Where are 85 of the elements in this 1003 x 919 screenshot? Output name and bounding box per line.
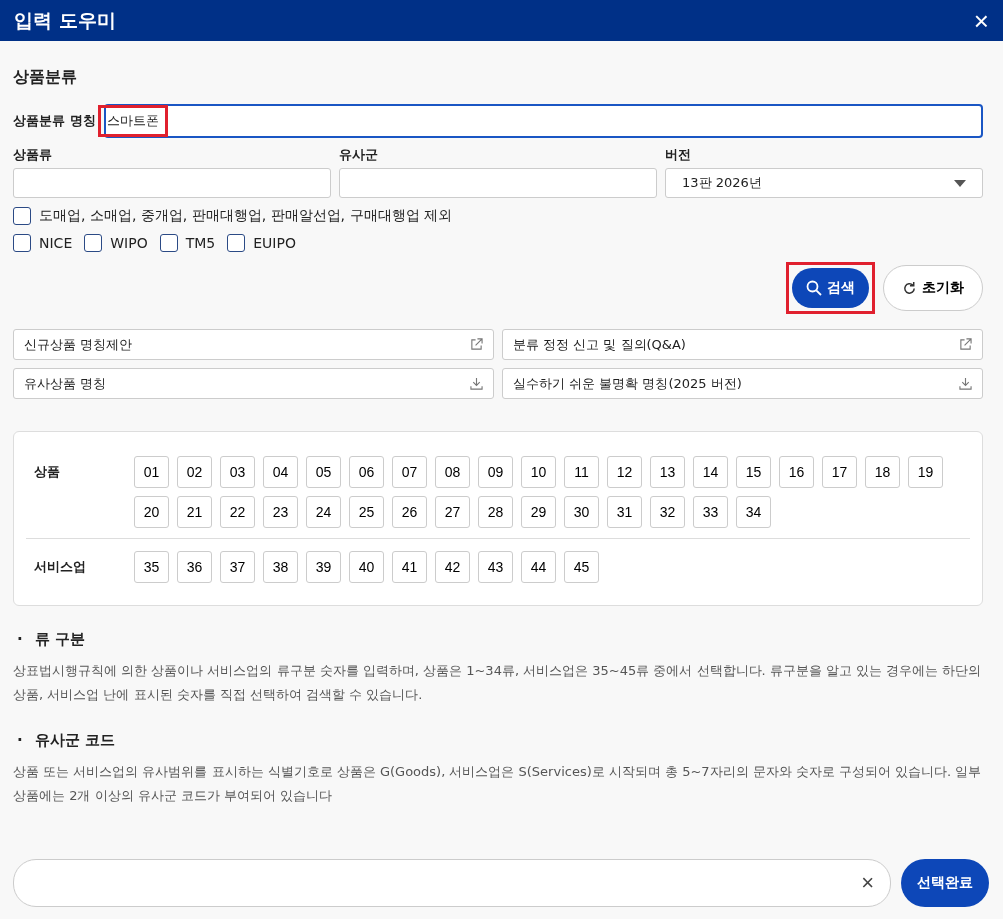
class-chip[interactable]: 04 (263, 456, 298, 488)
class-chip[interactable]: 25 (349, 496, 384, 528)
group-label: 상품 (34, 463, 61, 481)
class-chip[interactable]: 34 (736, 496, 771, 528)
class-chip[interactable]: 19 (908, 456, 943, 488)
class-chip[interactable]: 07 (392, 456, 427, 488)
help-title: 유사군 코드 (34, 731, 115, 750)
reset-button[interactable]: 초기화 (883, 265, 983, 311)
class-chip[interactable]: 09 (478, 456, 513, 488)
class-chip[interactable]: 17 (822, 456, 857, 488)
field-label: 상품류 (13, 146, 53, 164)
class-chip[interactable]: 31 (607, 496, 642, 528)
class-chip[interactable]: 30 (564, 496, 599, 528)
class-chip[interactable]: 08 (435, 456, 470, 488)
class-chip[interactable]: 20 (134, 496, 169, 528)
class-chip[interactable]: 27 (435, 496, 470, 528)
class-chip[interactable]: 32 (650, 496, 685, 528)
class-chip[interactable]: 42 (435, 551, 470, 583)
external-link-icon (470, 338, 483, 351)
search-icon (806, 280, 822, 296)
class-chip[interactable]: 10 (521, 456, 556, 488)
caret-icon (954, 179, 966, 187)
class-chip[interactable]: 21 (177, 496, 212, 528)
class-chip[interactable]: 39 (306, 551, 341, 583)
group-label: 서비스업 (34, 558, 87, 576)
bullet-mark: · (17, 731, 23, 750)
field-label: 버전 (665, 146, 692, 164)
class-chip[interactable]: 45 (564, 551, 599, 583)
checkbox[interactable]: WIPO (84, 234, 148, 252)
version-dropdown[interactable]: 13판 2026년 (665, 168, 983, 198)
checkbox[interactable]: NICE (13, 234, 73, 252)
checkbox[interactable]: EUIPO (227, 234, 296, 252)
checkbox[interactable]: TM5 (159, 234, 216, 252)
input-field[interactable] (339, 168, 657, 198)
help-title: 류 구분 (34, 630, 85, 649)
link-button[interactable]: 유사상품 명칭 (13, 368, 494, 399)
class-chip[interactable]: 02 (177, 456, 212, 488)
help-text: 상표법시행규칙에 의한 상품이나 서비스업의 류구분 숫자를 입력하며, 상품은 1~34류, 서비스업은 35~45류 중에서 선택합니다. 류구분을 알고 있는 경우에는 하단의 상품, 서비스업 난에 표시된 숫자를 직접 선택하여 검색할 수 있습니다. (13, 662, 983, 704)
class-chip[interactable]: 15 (736, 456, 771, 488)
class-chip[interactable]: 05 (306, 456, 341, 488)
class-chip[interactable]: 37 (220, 551, 255, 583)
class-chip[interactable]: 38 (263, 551, 298, 583)
bullet-mark: · (17, 630, 23, 649)
class-chip[interactable]: 44 (521, 551, 556, 583)
link-button[interactable]: 실수하기 쉬운 불명확 명칭(2025 버전) (502, 368, 983, 399)
class-chip[interactable]: 36 (177, 551, 212, 583)
input-field[interactable] (13, 168, 331, 198)
class-chip[interactable]: 33 (693, 496, 728, 528)
field-label: 유사군 (339, 146, 379, 164)
close-button[interactable]: × (973, 7, 989, 34)
selection-field[interactable]: × (13, 859, 891, 907)
section-title: 상품분류 (13, 67, 78, 88)
class-chip[interactable]: 03 (220, 456, 255, 488)
field-label: 상품분류 명칭 (13, 112, 96, 130)
class-chip[interactable]: 14 (693, 456, 728, 488)
class-chip[interactable]: 13 (650, 456, 685, 488)
class-chip[interactable]: 41 (392, 551, 427, 583)
class-chip[interactable]: 16 (779, 456, 814, 488)
download-icon (959, 377, 972, 390)
download-icon (470, 377, 483, 390)
class-chip[interactable]: 06 (349, 456, 384, 488)
confirm-button[interactable]: 선택완료 (901, 859, 989, 907)
class-chip[interactable]: 26 (392, 496, 427, 528)
class-chip[interactable]: 18 (865, 456, 900, 488)
external-link-icon (959, 338, 972, 351)
class-chip[interactable]: 11 (564, 456, 599, 488)
class-chip[interactable]: 12 (607, 456, 642, 488)
class-chip[interactable]: 22 (220, 496, 255, 528)
class-chip[interactable]: 40 (349, 551, 384, 583)
class-chip[interactable]: 43 (478, 551, 513, 583)
link-button[interactable]: 분류 정정 신고 및 질의(Q&A) (502, 329, 983, 360)
class-chip[interactable]: 28 (478, 496, 513, 528)
field-value: 스마트폰 (97, 105, 168, 137)
search-button[interactable]: 검색 (792, 268, 869, 308)
checkbox[interactable]: 도매업, 소매업, 중개업, 판매대행업, 판매알선업, 구매대행업 제외 (13, 207, 983, 225)
class-chip[interactable]: 23 (263, 496, 298, 528)
class-chip[interactable]: 29 (521, 496, 556, 528)
clear-button[interactable]: × (861, 870, 874, 896)
help-text: 상품 또는 서비스업의 유사범위를 표시하는 식별기호로 상품은 G(Goods), 서비스업은 S(Services)로 시작되며 총 5~7자리의 문자와 숫자로 구성되어 있습니다. 일부상품에는 2개 이상의 유사군 코드가 부여되어 있습니다 (13, 763, 983, 805)
class-chip[interactable]: 01 (134, 456, 169, 488)
class-chip[interactable]: 24 (306, 496, 341, 528)
link-button[interactable]: 신규상품 명칭제안 (13, 329, 494, 360)
refresh-icon (902, 280, 917, 296)
window-title: 입력 도우미 (14, 7, 116, 33)
class-chip[interactable]: 35 (134, 551, 169, 583)
